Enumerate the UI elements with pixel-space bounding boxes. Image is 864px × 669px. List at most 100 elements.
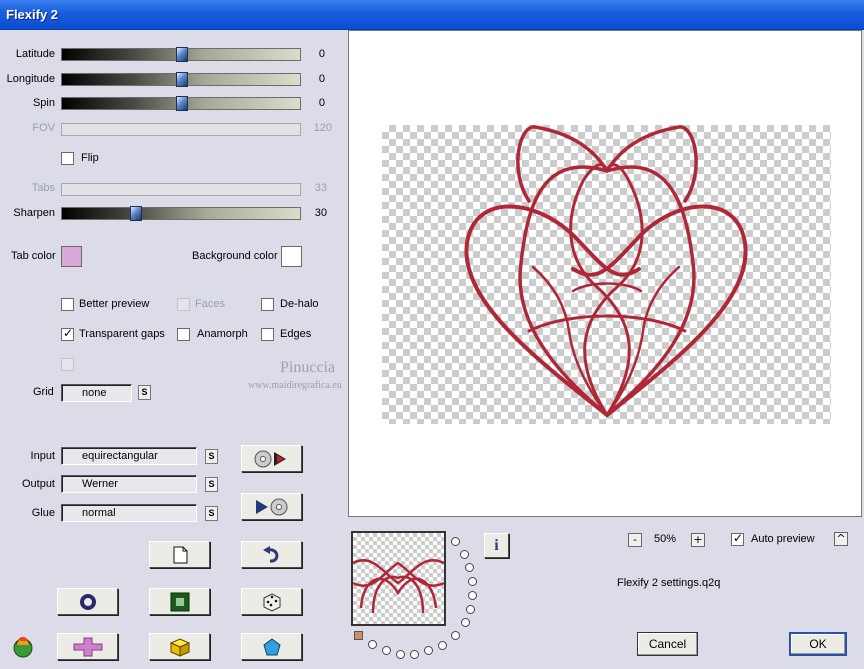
watermark-url: www.maidiregrafica.eu bbox=[248, 380, 342, 391]
navigator-preview-image bbox=[353, 559, 444, 614]
frame-button[interactable] bbox=[149, 588, 210, 615]
cancel-button[interactable]: Cancel bbox=[637, 632, 698, 656]
input-select[interactable]: equirectangular bbox=[61, 447, 197, 465]
nav-dot[interactable] bbox=[466, 605, 475, 614]
save-output-button[interactable] bbox=[241, 493, 302, 520]
longitude-slider[interactable] bbox=[61, 72, 301, 87]
better-preview-checkbox[interactable] bbox=[61, 298, 74, 311]
auto-preview-checkbox[interactable]: ✓ bbox=[731, 531, 744, 546]
spin-slider-thumb[interactable] bbox=[176, 96, 188, 111]
flip-label: Flip bbox=[81, 152, 99, 164]
faces-label: Faces bbox=[195, 298, 225, 310]
glue-select[interactable]: normal bbox=[61, 504, 197, 522]
background-color-swatch[interactable] bbox=[281, 246, 302, 267]
tabs-label: Tabs bbox=[31, 182, 55, 194]
transparent-gaps-checkbox[interactable]: ✓ bbox=[61, 327, 74, 341]
latitude-slider-thumb[interactable] bbox=[176, 47, 188, 62]
transparent-gaps-label: Transparent gaps bbox=[79, 328, 165, 340]
output-label: Output bbox=[21, 478, 55, 490]
edges-checkbox[interactable] bbox=[261, 328, 274, 341]
sharpen-value: 30 bbox=[314, 207, 327, 219]
latitude-label: Latitude bbox=[15, 48, 55, 60]
sharpen-slider-thumb[interactable] bbox=[130, 206, 142, 221]
nav-dot[interactable] bbox=[382, 646, 391, 655]
fov-slider bbox=[61, 123, 301, 136]
zoom-in-button[interactable]: + bbox=[691, 533, 705, 547]
pentagon-button[interactable] bbox=[241, 633, 302, 660]
glue-label: Glue bbox=[31, 507, 55, 519]
ring-icon bbox=[79, 593, 96, 610]
background-color-label: Background color bbox=[192, 250, 278, 262]
de-halo-label: De-halo bbox=[280, 298, 319, 310]
checkmark-icon: ✓ bbox=[733, 531, 744, 545]
undo-button[interactable] bbox=[241, 541, 302, 568]
pentagon-icon bbox=[262, 637, 281, 655]
cross-icon bbox=[73, 637, 102, 656]
tabs-value: 33 bbox=[314, 182, 327, 194]
nav-corner-handle[interactable] bbox=[354, 631, 363, 640]
new-button[interactable] bbox=[149, 541, 210, 568]
cross-button[interactable] bbox=[57, 633, 118, 660]
fov-label: FOV bbox=[32, 122, 55, 134]
ring-button[interactable] bbox=[57, 588, 118, 615]
nav-dot[interactable] bbox=[424, 646, 433, 655]
nav-dot[interactable] bbox=[451, 537, 460, 546]
faces-checkbox bbox=[177, 298, 190, 311]
load-input-button[interactable] bbox=[241, 445, 302, 472]
unlabeled-checkbox bbox=[61, 358, 74, 371]
fov-value: 120 bbox=[313, 122, 332, 134]
longitude-value: 0 bbox=[318, 73, 325, 85]
nav-dot[interactable] bbox=[460, 550, 469, 559]
info-button[interactable]: i bbox=[484, 533, 509, 558]
tabs-slider bbox=[61, 183, 301, 196]
nav-dot[interactable] bbox=[468, 591, 477, 600]
watermark-name: Pinuccia bbox=[280, 359, 336, 376]
page-icon bbox=[173, 546, 187, 563]
cube-button[interactable] bbox=[149, 633, 210, 660]
grid-select[interactable]: none bbox=[61, 384, 132, 402]
preview-panel bbox=[348, 30, 862, 517]
disc-arrow-icon bbox=[254, 450, 286, 467]
edges-label: Edges bbox=[280, 328, 312, 340]
collapse-toggle-button[interactable]: ^ bbox=[834, 532, 848, 546]
flip-checkbox[interactable] bbox=[61, 152, 74, 165]
spin-value: 0 bbox=[318, 97, 325, 109]
spin-slider[interactable] bbox=[61, 96, 301, 111]
nav-dot[interactable] bbox=[396, 650, 405, 659]
anamorph-checkbox[interactable] bbox=[177, 328, 190, 341]
nav-dot[interactable] bbox=[465, 563, 474, 572]
tab-color-swatch[interactable] bbox=[61, 246, 82, 267]
random-button[interactable] bbox=[241, 588, 302, 615]
nav-dot[interactable] bbox=[451, 631, 460, 640]
frame-icon bbox=[170, 592, 189, 611]
input-s-button[interactable]: S bbox=[205, 449, 218, 464]
tab-color-label: Tab color bbox=[11, 250, 56, 262]
de-halo-checkbox[interactable] bbox=[261, 298, 274, 311]
dice-icon bbox=[263, 592, 280, 612]
longitude-slider-thumb[interactable] bbox=[176, 72, 188, 87]
glue-s-button[interactable]: S bbox=[205, 506, 218, 521]
nav-dot[interactable] bbox=[461, 618, 470, 627]
info-icon: i bbox=[494, 536, 499, 554]
nav-dot[interactable] bbox=[438, 641, 447, 650]
longitude-label: Longitude bbox=[6, 73, 55, 85]
undo-icon bbox=[262, 545, 278, 562]
grid-label: Grid bbox=[33, 386, 54, 398]
sharpen-slider[interactable] bbox=[61, 206, 301, 221]
settings-filename: Flexify 2 settings.q2q bbox=[617, 577, 721, 589]
navigator-thumbnail[interactable] bbox=[351, 531, 446, 626]
spin-label: Spin bbox=[32, 97, 55, 109]
output-s-button[interactable]: S bbox=[205, 477, 218, 492]
ok-button[interactable]: OK bbox=[789, 632, 847, 656]
output-select[interactable]: Werner bbox=[61, 475, 197, 493]
nav-dot[interactable] bbox=[410, 650, 419, 659]
title-bar: Flexify 2 bbox=[0, 0, 864, 30]
flexify-logo-icon bbox=[13, 636, 33, 658]
latitude-slider[interactable] bbox=[61, 47, 301, 62]
cube-icon bbox=[169, 637, 190, 657]
grid-s-button[interactable]: S bbox=[138, 385, 151, 400]
zoom-level: 50% bbox=[654, 533, 677, 545]
nav-dot[interactable] bbox=[468, 577, 477, 586]
nav-dot[interactable] bbox=[368, 640, 377, 649]
zoom-out-button[interactable]: - bbox=[628, 533, 642, 547]
